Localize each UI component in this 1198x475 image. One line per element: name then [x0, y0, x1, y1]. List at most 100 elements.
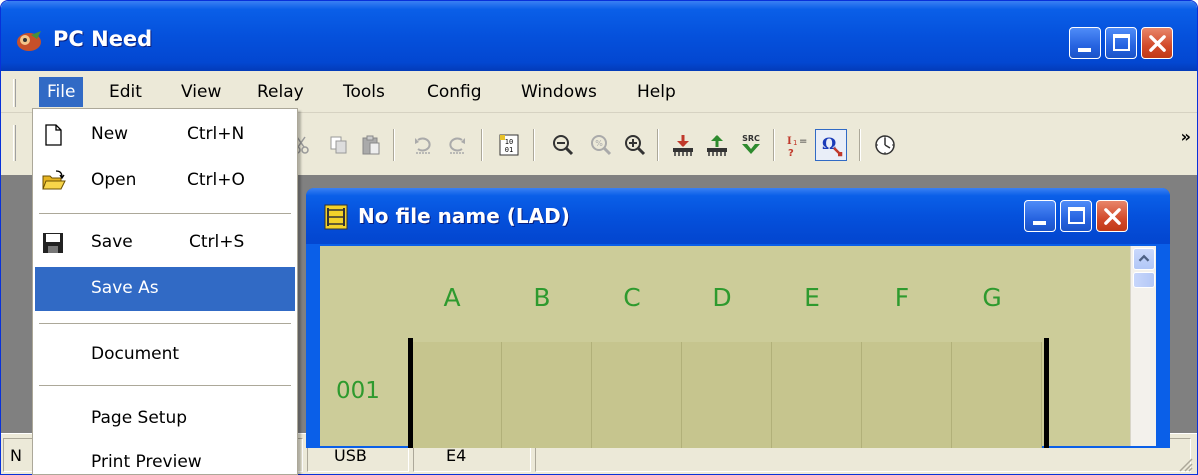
column-label-g: G — [982, 283, 1002, 312]
toolbar-overflow-chevron[interactable]: » — [1181, 127, 1191, 146]
zoom-out-icon[interactable] — [549, 131, 577, 159]
svg-text:?: ? — [788, 148, 794, 158]
column-label-f: F — [894, 283, 910, 312]
toolbar-separator — [393, 129, 395, 161]
toolbar-separator — [481, 129, 483, 161]
app-logo-icon — [17, 31, 41, 51]
menu-item-document[interactable]: Document — [35, 333, 295, 377]
toolbar-separator — [657, 129, 659, 161]
menu-separator — [39, 213, 291, 214]
right-power-rail — [1044, 338, 1049, 448]
menu-item-save[interactable]: Save Ctrl+S — [35, 221, 295, 265]
paste-icon[interactable] — [357, 131, 385, 159]
minimize-icon — [1033, 221, 1046, 225]
menu-tools[interactable]: Tools — [335, 77, 393, 107]
menu-item-shortcut: Ctrl+S — [189, 232, 245, 252]
minimize-icon — [1078, 48, 1091, 52]
child-minimize-button[interactable] — [1024, 200, 1056, 232]
menu-separator — [39, 323, 291, 324]
menu-item-label: Page Setup — [91, 408, 188, 428]
app-title: PC Need — [53, 27, 153, 51]
online-monitor-icon[interactable]: Ω — [815, 129, 847, 161]
menu-item-label: New — [91, 124, 129, 144]
ladder-cell[interactable] — [682, 342, 772, 448]
toolbar-grip[interactable] — [13, 125, 16, 161]
binary-view-icon[interactable]: 10 01 — [495, 131, 523, 159]
ladder-canvas[interactable]: A B C D E F G 001 — [320, 246, 1130, 448]
close-button[interactable] — [1141, 27, 1173, 59]
menu-config[interactable]: Config — [419, 77, 490, 107]
menubar-grip[interactable] — [13, 79, 16, 107]
menu-view[interactable]: View — [173, 77, 229, 107]
ladder-cell[interactable] — [412, 342, 502, 448]
menu-item-shortcut: Ctrl+O — [187, 170, 245, 190]
column-label-d: D — [712, 283, 732, 312]
rung-number: 001 — [336, 378, 380, 404]
menu-edit[interactable]: Edit — [101, 77, 150, 107]
maximize-icon — [1113, 34, 1130, 51]
menu-item-open[interactable]: Open Ctrl+O — [35, 159, 295, 203]
menu-item-print-preview[interactable]: Print Preview — [35, 441, 295, 474]
maximize-icon — [1068, 207, 1085, 224]
input-query-icon[interactable]: I 1 =? — [783, 131, 811, 159]
download-to-relay-icon[interactable] — [669, 131, 697, 159]
menu-help[interactable]: Help — [629, 77, 684, 107]
vertical-scrollbar[interactable] — [1130, 246, 1156, 446]
menu-item-save-as[interactable]: Save As — [35, 267, 295, 311]
menu-file[interactable]: File — [39, 77, 84, 107]
toolbar-separator — [773, 129, 775, 161]
resize-grip-icon[interactable] — [1177, 456, 1193, 472]
menu-item-new[interactable]: New Ctrl+N — [35, 113, 295, 157]
floppy-disk-icon — [43, 233, 63, 253]
new-file-icon — [45, 124, 62, 146]
child-window-title: No file name (LAD) — [358, 204, 570, 228]
zoom-in-icon[interactable] — [621, 131, 649, 159]
child-title-bar[interactable]: No file name (LAD) — [306, 188, 1170, 244]
timer-icon[interactable] — [871, 131, 899, 159]
maximize-button[interactable] — [1105, 27, 1137, 59]
copy-icon[interactable] — [325, 131, 353, 159]
toolbar-separator — [859, 129, 861, 161]
child-maximize-button[interactable] — [1060, 200, 1092, 232]
scroll-up-button[interactable] — [1133, 248, 1155, 270]
menu-bar: File Edit View Relay Tools Config Window… — [1, 71, 1197, 113]
column-label-e: E — [804, 283, 820, 312]
zoom-reset-icon[interactable]: % — [587, 131, 615, 159]
scroll-thumb[interactable] — [1133, 272, 1155, 288]
child-close-button[interactable] — [1096, 200, 1128, 232]
menu-item-label: Open — [91, 170, 137, 190]
column-label-b: B — [533, 283, 551, 312]
svg-text:Ω: Ω — [822, 134, 836, 153]
svg-text:1: 1 — [793, 139, 797, 147]
file-menu-dropdown: New Ctrl+N Open Ctrl+O Save Ctrl+S Save … — [32, 108, 298, 475]
close-icon — [1104, 208, 1121, 225]
close-icon — [1149, 35, 1166, 52]
ladder-editor-window: No file name (LAD) A B C D E F G 001 — [306, 188, 1170, 448]
ladder-cell[interactable] — [502, 342, 592, 448]
ladder-cell[interactable] — [862, 342, 952, 448]
menu-windows[interactable]: Windows — [513, 77, 605, 107]
redo-icon[interactable] — [443, 131, 471, 159]
ladder-cell[interactable] — [952, 342, 1042, 448]
svg-text:SRC: SRC — [742, 134, 760, 143]
source-icon[interactable]: SRC — [737, 131, 765, 159]
svg-text:I: I — [787, 136, 792, 147]
menu-item-label: Save — [91, 232, 133, 252]
menu-item-label: Document — [91, 344, 180, 364]
title-bar[interactable]: PC Need — [1, 1, 1197, 71]
menu-separator — [39, 385, 291, 386]
menu-item-label: Print Preview — [91, 452, 202, 472]
menu-item-page-setup[interactable]: Page Setup — [35, 397, 295, 441]
undo-icon[interactable] — [409, 131, 437, 159]
svg-text:10: 10 — [505, 138, 513, 146]
minimize-button[interactable] — [1069, 27, 1101, 59]
menu-relay[interactable]: Relay — [249, 77, 312, 107]
open-folder-icon — [42, 170, 66, 190]
left-power-rail — [408, 338, 413, 448]
column-label-a: A — [443, 283, 461, 312]
upload-from-relay-icon[interactable] — [703, 131, 731, 159]
toolbar-separator — [533, 129, 535, 161]
chevron-up-icon — [1138, 254, 1150, 262]
ladder-cell[interactable] — [772, 342, 862, 448]
ladder-cell[interactable] — [592, 342, 682, 448]
